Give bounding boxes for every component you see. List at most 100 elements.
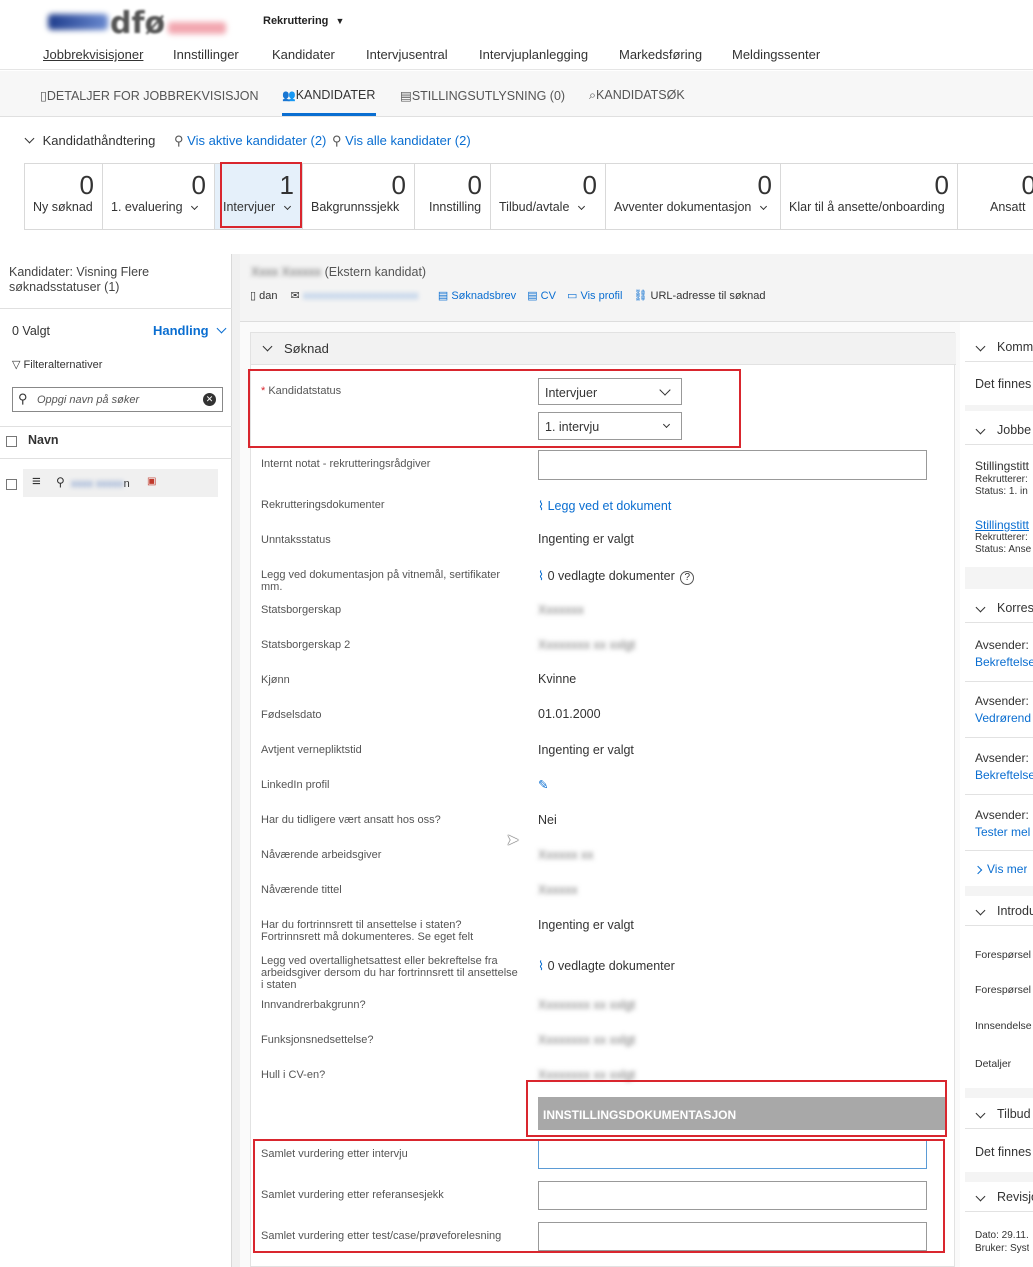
menu-icon[interactable]: ≡ (32, 473, 41, 490)
status-background[interactable]: 0 Bakgrunnssjekk (303, 164, 415, 229)
chevron-down-icon (975, 424, 986, 435)
attached-docs-2[interactable]: ⌇ 0 vedlagte dokumenter (538, 958, 675, 973)
field-label: Har du fortrinnsrett til ansettelse i st… (261, 919, 474, 943)
message-link[interactable]: Tester mel (975, 825, 1030, 839)
nav-jobbrekvisisjoner[interactable]: Jobbrekvisisjoner (43, 47, 143, 62)
field-label: Fødselsdato (261, 709, 322, 721)
module-switcher[interactable]: Rekruttering ▼ (263, 15, 344, 27)
candidate-type: (Ekstern kandidat) (324, 265, 427, 279)
application-letter-link[interactable]: ▤ Søknadsbrev (438, 290, 516, 302)
job-link[interactable]: Stillingstitt (975, 518, 1029, 532)
user-icon: ⚲ (174, 133, 184, 148)
nav-kandidater[interactable]: Kandidater (272, 47, 335, 62)
chevron-down-icon (577, 202, 585, 211)
field-label: Hull i CV-en? (261, 1069, 326, 1081)
field-label: Statsborgerskap (261, 604, 342, 616)
candidate-checkbox[interactable] (6, 479, 17, 490)
tab-posting[interactable]: ▤STILLINGSUTLYSNING (0) (400, 88, 565, 103)
field-label: Unntaksstatus (261, 534, 331, 546)
edit-icon[interactable]: ✎ (538, 777, 548, 792)
candidate-header: Xxxx Xxxxxx (Ekstern kandidat) ▯ dan ✉ x… (240, 254, 1033, 322)
show-active-link[interactable]: ⚲ Vis aktive kandidater (2) (174, 133, 326, 149)
action-button[interactable]: Handling (153, 323, 227, 338)
top-bar: dfø Rekruttering ▼ Jobbrekvisisjoner Inn… (0, 0, 1033, 70)
chevron-down-icon (216, 323, 227, 334)
tab-candidates[interactable]: 👥KANDIDATER (282, 88, 375, 102)
tab-details[interactable]: ▯DETALJER FOR JOBBREKVISISJON (40, 88, 259, 103)
field-value: Kvinne (538, 672, 577, 686)
status-select[interactable]: Intervjuer (538, 378, 682, 405)
name-column-header: Navn (28, 433, 59, 447)
status-hired[interactable]: 0 Ansatt (958, 164, 1033, 229)
message-link[interactable]: Bekreftelse (975, 655, 1033, 669)
section-band: INNSTILLINGSDOKUMENTASJON (538, 1097, 945, 1130)
nav-markedsforing[interactable]: Markedsføring (619, 47, 702, 62)
section-jobs[interactable]: Jobbe (965, 415, 1033, 445)
attached-docs[interactable]: ⌇ 0 vedlagte dokumenter ? (538, 568, 695, 585)
caret-down-icon: ▼ (335, 16, 345, 26)
chevron-down-icon (283, 202, 291, 211)
show-all-link[interactable]: ⚲ Vis alle kandidater (2) (332, 133, 471, 149)
section-offer[interactable]: Tilbud (965, 1099, 1033, 1129)
application-url-link[interactable]: ⛓ URL-adresse til søknad (634, 290, 766, 302)
chevron-down-icon (191, 202, 199, 211)
message-link[interactable]: Bekreftelse (975, 768, 1033, 782)
field-label: Avtjent vernepliktstid (261, 744, 362, 756)
nav-intervjusentral[interactable]: Intervjusentral (366, 47, 448, 62)
cv-link[interactable]: ▤ CV (527, 290, 556, 302)
chevron-down-icon (975, 1191, 986, 1202)
show-more-link[interactable]: Vis mer (975, 862, 1027, 876)
status-awaiting-docs[interactable]: 0 Avventer dokumentasjon (606, 164, 781, 229)
field-value: Ingenting er valgt (538, 743, 634, 757)
applicant-search-input[interactable]: ⚲ Oppgi navn på søker ✕ (12, 387, 223, 412)
field-label: Funksjonsnedsettelse? (261, 1034, 374, 1046)
attach-document-link[interactable]: ⌇ Legg ved et dokument (538, 498, 671, 513)
nav-meldingssenter[interactable]: Meldingssenter (732, 47, 820, 62)
field-label: Samlet vurdering etter referansesjekk (261, 1189, 444, 1201)
clear-icon[interactable]: ✕ (203, 393, 216, 406)
flag-icon: ▣ (147, 476, 157, 487)
nav-intervjuplanlegging[interactable]: Intervjuplanlegging (479, 47, 588, 62)
field-value: Ingenting er valgt (538, 532, 634, 546)
section-revision[interactable]: Revisjo (965, 1182, 1033, 1212)
section-correspondence[interactable]: Korres (965, 593, 1033, 623)
status-first-eval[interactable]: 0 1. evaluering (103, 164, 215, 229)
select-all-checkbox[interactable] (6, 436, 17, 447)
status-recommendation[interactable]: 0 Innstilling (415, 164, 491, 229)
status-label: * Kandidatstatus (261, 385, 342, 397)
field-label: Statsborgerskap 2 (261, 639, 351, 651)
chevron-down-icon (975, 602, 986, 613)
field-label: Samlet vurdering etter test/case/prøvefo… (261, 1230, 502, 1242)
section-toggle-soknad[interactable]: Søknad (251, 333, 956, 365)
status-new[interactable]: 0 Ny søknad (25, 164, 103, 229)
company-logo[interactable]: dfø (48, 6, 228, 41)
substatus-select[interactable]: 1. intervju (538, 412, 682, 440)
profile-link[interactable]: ▭ Vis profil (567, 290, 622, 302)
candidate-list-panel: Kandidater: Visning Flere søknadsstatuse… (0, 254, 232, 1267)
test-eval-input[interactable] (538, 1222, 927, 1251)
nav-innstillinger[interactable]: Innstillinger (173, 47, 239, 62)
internal-note-input[interactable] (538, 450, 927, 480)
status-offer[interactable]: 0 Tilbud/avtale (491, 164, 606, 229)
candidate-mgmt-toggle[interactable]: Kandidathåndtering (24, 133, 155, 148)
section-introduction[interactable]: Introdu (965, 896, 1033, 926)
list-title: Kandidater: Visning Flere søknadsstatuse… (9, 265, 150, 294)
status-onboarding[interactable]: 0 Klar til å ansette/onboarding (781, 164, 958, 229)
help-icon[interactable]: ? (680, 571, 695, 585)
field-value: Xxxxxx xx (538, 848, 594, 862)
filter-options[interactable]: ▽ Filteralternativer (12, 358, 102, 371)
chevron-down-icon (975, 905, 986, 916)
status-interviews[interactable]: 1 Intervjuer (215, 164, 303, 229)
status-pipeline: 0 Ny søknad 0 1. evaluering 1 Intervjuer… (24, 163, 1033, 230)
section-comments[interactable]: Komm (965, 332, 1033, 362)
field-value: Xxxxxxxx xx xxlgt (538, 998, 636, 1012)
selected-count: 0 Valgt (12, 324, 50, 338)
tab-candidate-search[interactable]: ⌕KANDIDATSØK (589, 88, 685, 103)
user-icon: ⚲ (332, 133, 342, 148)
candidate-row[interactable]: ≡ ⚲ xxxx xxxxxn ▣ (23, 469, 218, 497)
reference-eval-input[interactable] (538, 1181, 927, 1210)
message-link[interactable]: Vedrørend (975, 711, 1031, 725)
interview-eval-input[interactable] (538, 1140, 927, 1169)
field-label: Internt notat - rekrutteringsrådgiver (261, 458, 431, 470)
panel-splitter[interactable] (232, 254, 240, 1267)
